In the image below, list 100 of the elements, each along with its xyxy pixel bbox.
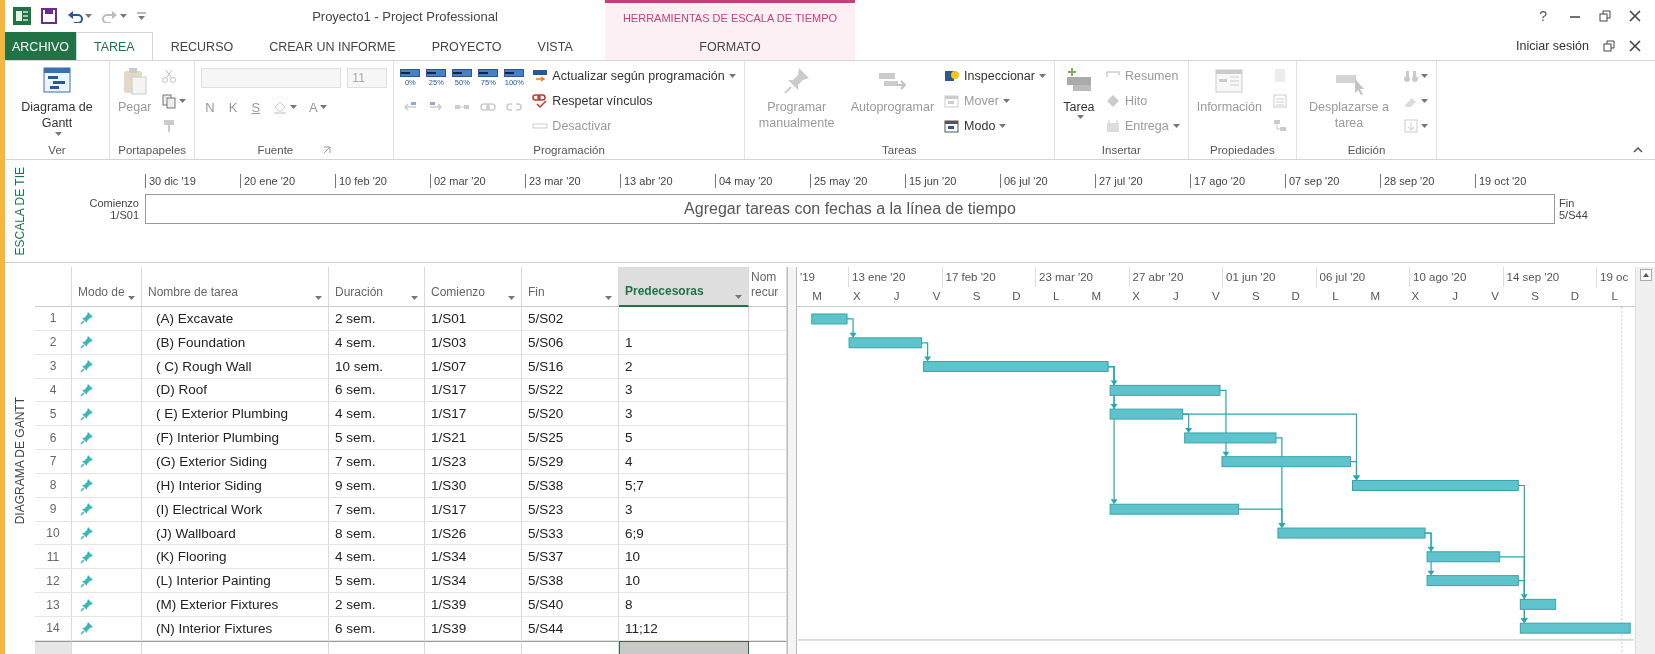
ribbon-button[interactable]: Actualizar según programación: [530, 65, 738, 87]
ribbon-tab[interactable]: PROYECTO: [413, 32, 520, 60]
task-bar[interactable]: [811, 313, 848, 325]
table-cell: 3: [619, 378, 749, 403]
close-icon[interactable]: [1629, 10, 1641, 22]
table-cell: 5/S23: [522, 497, 619, 522]
column-header[interactable]: Duración: [329, 267, 425, 307]
table-cell: 6 sem.: [329, 616, 425, 641]
task-bar[interactable]: [1426, 575, 1519, 587]
table-cell: 3: [619, 402, 749, 427]
collapse-icon[interactable]: [1633, 147, 1643, 153]
timeline-label: Comienzo: [89, 197, 139, 209]
timescale-label: D: [1290, 289, 1301, 304]
ribbon-button[interactable]: Tarea: [1060, 65, 1097, 141]
pushpin-icon: [80, 430, 94, 445]
task-bar[interactable]: [1352, 480, 1519, 491]
table-cell: 5/S44: [522, 616, 619, 641]
dialog-launcher-icon[interactable]: [323, 146, 332, 154]
task-bar[interactable]: [1277, 527, 1426, 539]
help-button[interactable]: ?: [1535, 8, 1551, 24]
ribbon-tab[interactable]: RECURSO: [152, 32, 252, 60]
timescale-label: S: [971, 289, 982, 304]
table-cell: 5/S22: [522, 378, 619, 403]
pushpin-icon: [80, 454, 94, 469]
task-bar[interactable]: [1109, 384, 1221, 396]
restore-icon[interactable]: [1603, 40, 1615, 52]
table-cell: (F) Interior Plumbing: [142, 426, 329, 451]
column-header[interactable]: Comienzo: [425, 267, 522, 307]
table-cell: ( E) Exterior Plumbing: [142, 402, 329, 427]
table-cell: 10: [619, 569, 749, 594]
ribbon-tab[interactable]: VISTA: [519, 32, 591, 60]
redo-icon[interactable]: [102, 9, 118, 23]
column-header[interactable]: Fin: [522, 267, 619, 307]
caret-icon: [85, 14, 92, 18]
ribbon-button[interactable]: Respetar vínculos: [530, 90, 738, 112]
timeline-bar[interactable]: Agregar tareas con fechas a la línea de tiempo: [145, 194, 1555, 224]
ribbon-button[interactable]: Modo: [942, 115, 1048, 137]
caret-icon: [1421, 74, 1429, 78]
timescale-label: 07 sep '20: [1285, 174, 1380, 188]
task-bar[interactable]: [1109, 408, 1184, 420]
table-cell: 5: [619, 426, 749, 451]
task-bar[interactable]: [1519, 622, 1631, 634]
table-cell: (J) Wallboard: [142, 521, 329, 546]
task-bar[interactable]: [1109, 503, 1240, 515]
timescale-label: 10 feb '20: [335, 174, 430, 188]
group-label: Ver: [48, 144, 66, 156]
table-cell: 1/S17: [425, 497, 522, 522]
task-bar[interactable]: [848, 337, 923, 349]
ribbon-tab[interactable]: TAREA: [75, 32, 153, 60]
ribbon-tab[interactable]: CREAR UN INFORME: [251, 32, 414, 60]
ribbon-button[interactable]: Diagrama de Gantt: [11, 65, 103, 141]
column-header[interactable]: Nom recur: [749, 267, 787, 307]
scroll-up-icon[interactable]: [1639, 269, 1652, 281]
task-bar[interactable]: [1519, 598, 1557, 610]
close-icon[interactable]: [1629, 40, 1641, 52]
group-label: Tareas: [882, 144, 917, 156]
task-bar[interactable]: [923, 361, 1109, 372]
table-cell: 9 sem.: [329, 473, 425, 498]
splitter-bar[interactable]: [787, 267, 797, 654]
task-bar[interactable]: [1221, 456, 1351, 468]
undo-icon[interactable]: [67, 9, 83, 23]
table-cell: 10 sem.: [329, 354, 425, 379]
row-number: 6: [35, 426, 72, 451]
caret-icon: [128, 296, 135, 300]
column-header[interactable]: Nombre de tarea: [142, 267, 329, 307]
row-number: 1: [35, 307, 72, 331]
ribbon-tab[interactable]: ARCHIVO: [5, 32, 76, 60]
row-number: 12: [35, 569, 72, 594]
timescale-label: 27 abr '20: [1128, 267, 1222, 287]
save-icon[interactable]: [41, 8, 57, 24]
copy-icon[interactable]: [161, 93, 178, 109]
timescale-label: M: [811, 289, 823, 304]
timescale-label: 01 jun '20: [1222, 267, 1316, 287]
ribbon-button[interactable]: Inspeccionar: [942, 65, 1048, 87]
restore-icon[interactable]: [1599, 10, 1611, 22]
row-number: 9: [35, 497, 72, 522]
caret-icon: [1421, 99, 1429, 103]
timescale-label: 25 may '20: [810, 174, 905, 188]
timescale-label: M: [1369, 289, 1382, 304]
timescale-label: 13 ene '20: [848, 267, 942, 287]
timescale-label: M: [1090, 289, 1102, 304]
calendar-bar-icon[interactable]: [532, 68, 549, 84]
row-number: 3: [35, 354, 72, 379]
app-logo-icon[interactable]: [13, 7, 31, 25]
dependency-arrow: [846, 318, 857, 338]
column-header[interactable]: Modo de: [72, 267, 142, 307]
sign-in-link[interactable]: Iniciar sesión: [1516, 39, 1589, 53]
table-cell: 1/S30: [425, 473, 522, 498]
table-cell: 2 sem.: [329, 307, 425, 331]
pushpin-icon: [80, 359, 94, 374]
customize-icon[interactable]: [137, 12, 146, 20]
calendar-icon[interactable]: [944, 118, 961, 134]
scrollbar[interactable]: [1635, 267, 1655, 654]
ribbon-tab[interactable]: FORMATO: [605, 32, 855, 60]
link-check-icon[interactable]: [532, 93, 549, 109]
column-header[interactable]: Predecesoras: [619, 267, 749, 307]
caret-icon: [1076, 115, 1084, 120]
task-bar[interactable]: [1184, 432, 1277, 444]
task-bar[interactable]: [1426, 551, 1501, 563]
timescale-label: J: [1172, 289, 1180, 304]
